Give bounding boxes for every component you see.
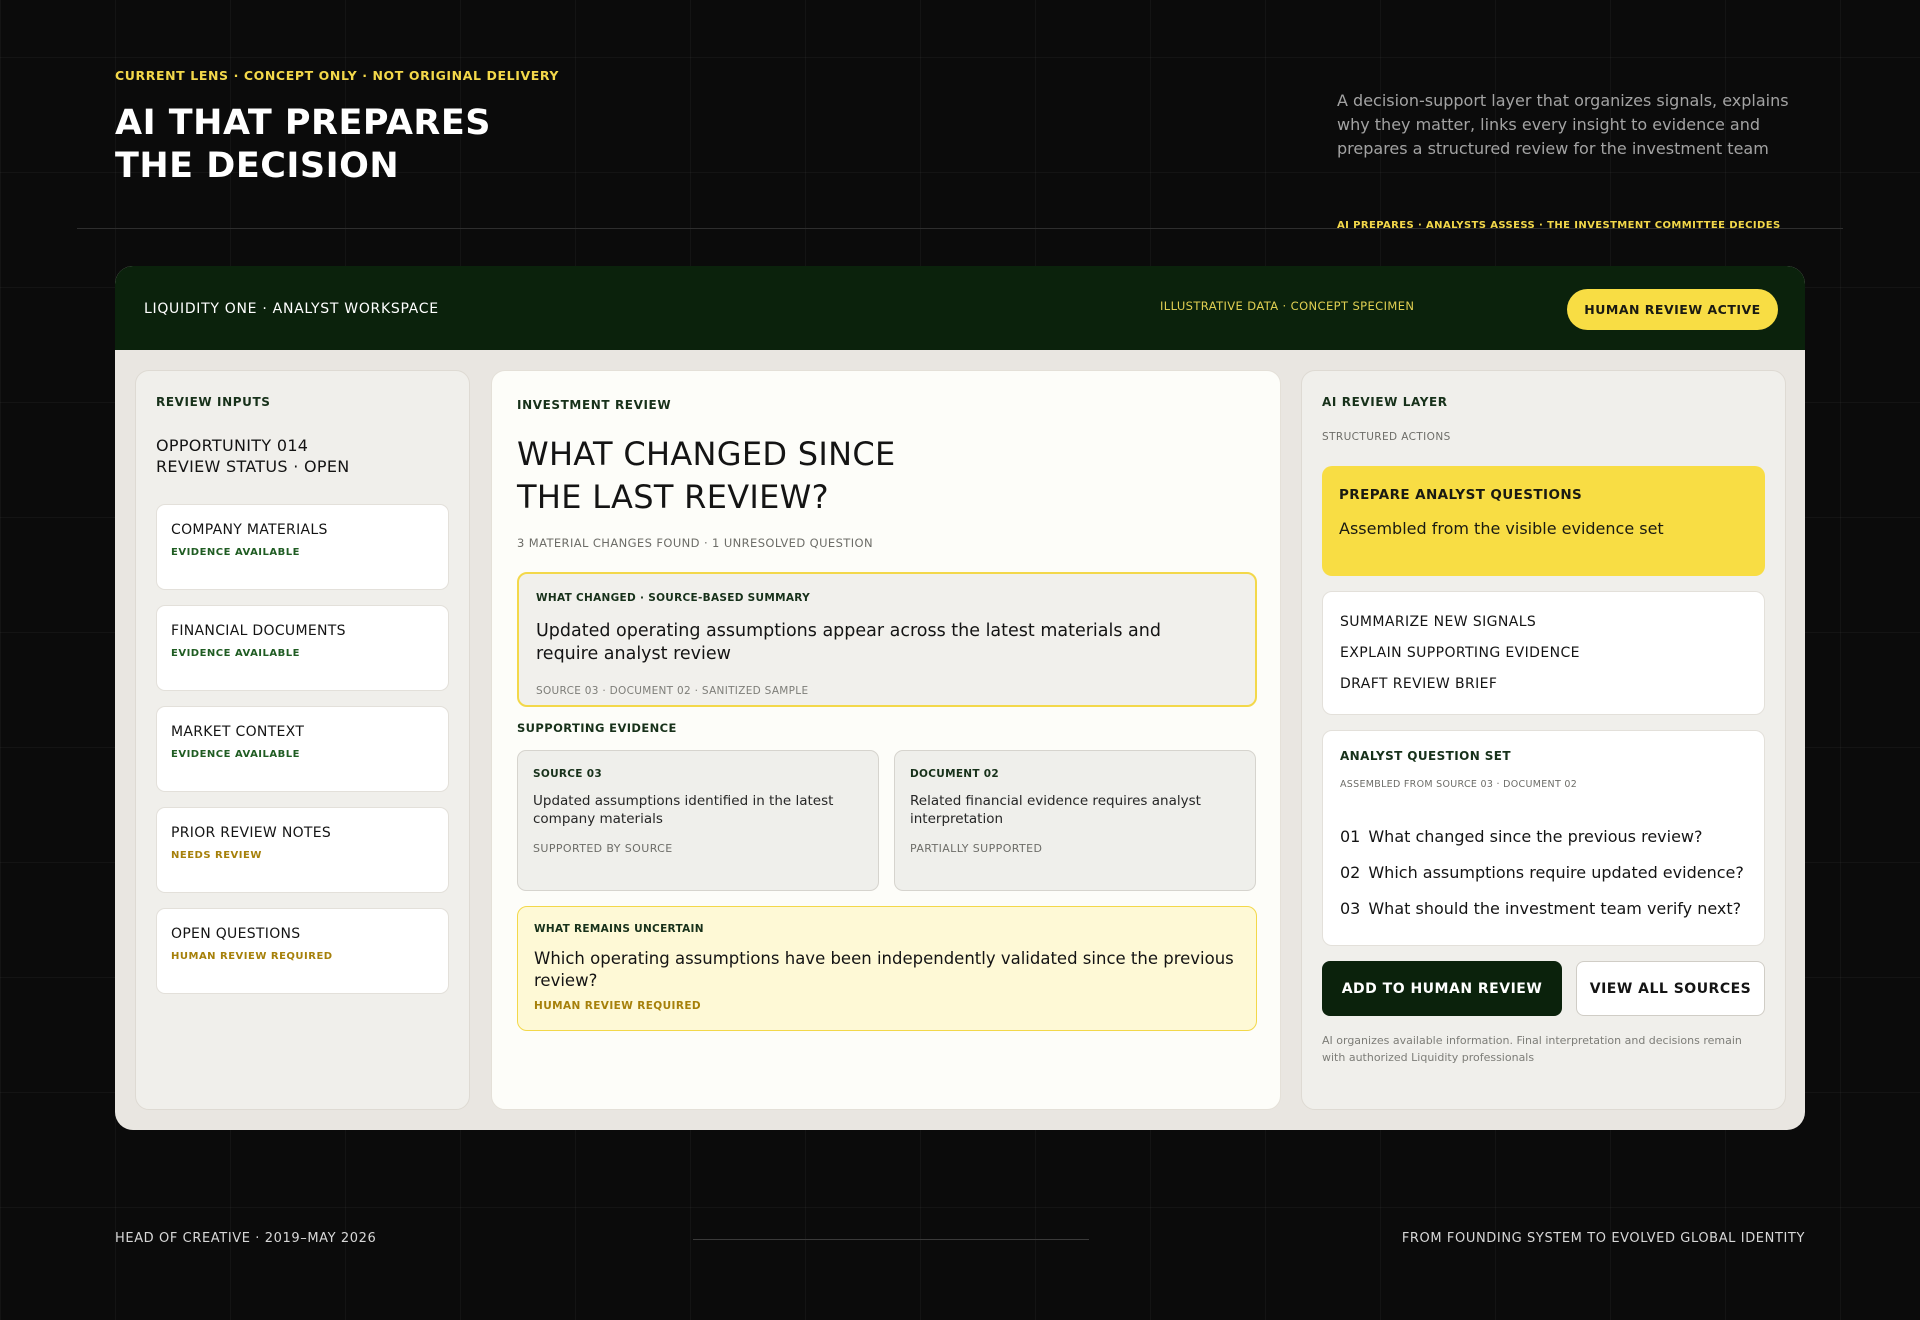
input-card-financial-documents[interactable]: FINANCIAL DOCUMENTS EVIDENCE AVAILABLE xyxy=(156,605,449,691)
input-card-name: MARKET CONTEXT xyxy=(171,724,305,740)
input-card-status: EVIDENCE AVAILABLE xyxy=(171,648,300,659)
supporting-evidence-label: SUPPORTING EVIDENCE xyxy=(517,721,677,735)
footer-caption: FROM FOUNDING SYSTEM TO EVOLVED GLOBAL I… xyxy=(1401,1231,1805,1246)
evidence-text: Related financial evidence requires anal… xyxy=(910,793,1201,827)
action-explain-supporting-evidence[interactable]: EXPLAIN SUPPORTING EVIDENCE xyxy=(1340,645,1580,661)
footer-divider xyxy=(693,1239,1089,1240)
action-summarize-new-signals[interactable]: SUMMARIZE NEW SIGNALS xyxy=(1340,614,1536,630)
hero-kicker: CURRENT LENS · CONCEPT ONLY · NOT ORIGIN… xyxy=(115,68,560,83)
question-item[interactable]: 02 Which assumptions require updated evid… xyxy=(1340,863,1744,882)
hero-title-line1: AI THAT PREPARES xyxy=(115,103,491,143)
review-status: REVIEW STATUS · OPEN xyxy=(156,457,350,476)
question-text: Which assumptions require updated eviden… xyxy=(1368,863,1744,882)
opportunity-id: OPPORTUNITY 014 xyxy=(156,436,309,455)
review-title-line2: THE LAST REVIEW? xyxy=(517,478,829,516)
question-number: 03 xyxy=(1340,899,1361,918)
structured-actions-label: STRUCTURED ACTIONS xyxy=(1322,431,1451,443)
question-item[interactable]: 03 What should the investment team verify… xyxy=(1340,899,1741,918)
evidence-name: DOCUMENT 02 xyxy=(910,768,1000,780)
summary-eyebrow: WHAT CHANGED · SOURCE-BASED SUMMARY xyxy=(536,592,811,604)
primary-action-description: Assembled from the visible evidence set xyxy=(1339,519,1664,538)
add-to-human-review-button[interactable]: ADD TO HUMAN REVIEW xyxy=(1322,961,1562,1016)
uncertainty-card[interactable]: WHAT REMAINS UNCERTAIN Which operating a… xyxy=(517,906,1257,1031)
analyst-workspace: LIQUIDITY ONE · ANALYST WORKSPACE ILLUST… xyxy=(115,266,1805,1130)
input-card-company-materials[interactable]: COMPANY MATERIALS EVIDENCE AVAILABLE xyxy=(156,504,449,590)
action-draft-review-brief[interactable]: DRAFT REVIEW BRIEF xyxy=(1340,676,1497,692)
evidence-text: Updated assumptions identified in the la… xyxy=(533,793,834,827)
evidence-status: PARTIALLY SUPPORTED xyxy=(910,842,1043,855)
question-set-title: ANALYST QUESTION SET xyxy=(1340,749,1511,763)
hero-description: A decision-support layer that organizes … xyxy=(1337,91,1789,158)
uncertainty-text: Which operating assumptions have been in… xyxy=(534,949,1234,990)
evidence-card-source-03[interactable]: SOURCE 03 Updated assumptions identified… xyxy=(517,750,879,891)
change-summary-card[interactable]: WHAT CHANGED · SOURCE-BASED SUMMARY Upda… xyxy=(517,572,1257,707)
view-all-sources-button[interactable]: VIEW ALL SOURCES xyxy=(1576,961,1765,1016)
question-text: What changed since the previous review? xyxy=(1368,827,1703,846)
question-text: What should the investment team verify n… xyxy=(1368,899,1742,918)
summary-source: SOURCE 03 · DOCUMENT 02 · SANITIZED SAMP… xyxy=(536,685,809,697)
input-card-status: NEEDS REVIEW xyxy=(171,850,262,861)
review-inputs-eyebrow: REVIEW INPUTS xyxy=(156,395,271,409)
input-card-name: OPEN QUESTIONS xyxy=(171,926,301,942)
ai-review-layer-panel: AI REVIEW LAYER STRUCTURED ACTIONS PREPA… xyxy=(1301,370,1786,1110)
question-item[interactable]: 01 What changed since the previous review… xyxy=(1340,827,1703,846)
question-number: 02 xyxy=(1340,863,1361,882)
primary-action-title: PREPARE ANALYST QUESTIONS xyxy=(1339,487,1583,503)
review-title-line1: WHAT CHANGED SINCE xyxy=(517,435,896,473)
uncertainty-status: HUMAN REVIEW REQUIRED xyxy=(534,1000,702,1012)
opportunity-heading: OPPORTUNITY 014 REVIEW STATUS · OPEN xyxy=(156,435,350,477)
input-card-name: COMPANY MATERIALS xyxy=(171,522,328,538)
review-meta: 3 MATERIAL CHANGES FOUND · 1 UNRESOLVED … xyxy=(517,536,873,550)
question-number: 01 xyxy=(1340,827,1361,846)
input-card-name: FINANCIAL DOCUMENTS xyxy=(171,623,346,639)
footer-role: HEAD OF CREATIVE · 2019–MAY 2026 xyxy=(115,1231,377,1246)
hero-tagline: AI PREPARES · ANALYSTS ASSESS · THE INVE… xyxy=(1337,220,1781,231)
human-review-active-badge[interactable]: HUMAN REVIEW ACTIVE xyxy=(1567,289,1778,330)
evidence-name: SOURCE 03 xyxy=(533,768,602,780)
analyst-question-set: ANALYST QUESTION SET ASSEMBLED FROM SOUR… xyxy=(1322,730,1765,946)
input-card-status: HUMAN REVIEW REQUIRED xyxy=(171,951,333,962)
review-title: WHAT CHANGED SINCE THE LAST REVIEW? xyxy=(517,433,1037,519)
hero-title-line2: THE DECISION xyxy=(115,146,400,186)
uncertainty-eyebrow: WHAT REMAINS UNCERTAIN xyxy=(534,923,704,935)
ai-disclaimer: AI organizes available information. Fina… xyxy=(1322,1034,1742,1064)
input-card-status: EVIDENCE AVAILABLE xyxy=(171,749,300,760)
question-set-subtitle: ASSEMBLED FROM SOURCE 03 · DOCUMENT 02 xyxy=(1340,779,1578,790)
structured-actions-list: SUMMARIZE NEW SIGNALS EXPLAIN SUPPORTING… xyxy=(1322,591,1765,715)
input-card-name: PRIOR REVIEW NOTES xyxy=(171,825,332,841)
review-inputs-panel: REVIEW INPUTS OPPORTUNITY 014 REVIEW STA… xyxy=(135,370,470,1110)
hero-title: AI THAT PREPARES THE DECISION xyxy=(115,102,675,188)
investment-review-panel: INVESTMENT REVIEW WHAT CHANGED SINCE THE… xyxy=(491,370,1281,1110)
evidence-card-document-02[interactable]: DOCUMENT 02 Related financial evidence r… xyxy=(894,750,1256,891)
summary-text: Updated operating assumptions appear acr… xyxy=(536,621,1161,664)
workspace-header: LIQUIDITY ONE · ANALYST WORKSPACE ILLUST… xyxy=(115,266,1805,350)
ai-review-layer-eyebrow: AI REVIEW LAYER xyxy=(1322,395,1448,409)
evidence-status: SUPPORTED BY SOURCE xyxy=(533,842,673,855)
prepare-analyst-questions-action[interactable]: PREPARE ANALYST QUESTIONS Assembled from… xyxy=(1322,466,1765,576)
input-card-open-questions[interactable]: OPEN QUESTIONS HUMAN REVIEW REQUIRED xyxy=(156,908,449,994)
input-card-market-context[interactable]: MARKET CONTEXT EVIDENCE AVAILABLE xyxy=(156,706,449,792)
input-card-prior-review-notes[interactable]: PRIOR REVIEW NOTES NEEDS REVIEW xyxy=(156,807,449,893)
workspace-note: ILLUSTRATIVE DATA · CONCEPT SPECIMEN xyxy=(1160,299,1415,313)
input-card-status: EVIDENCE AVAILABLE xyxy=(171,547,300,558)
workspace-title: LIQUIDITY ONE · ANALYST WORKSPACE xyxy=(144,301,439,317)
investment-review-eyebrow: INVESTMENT REVIEW xyxy=(517,398,672,412)
